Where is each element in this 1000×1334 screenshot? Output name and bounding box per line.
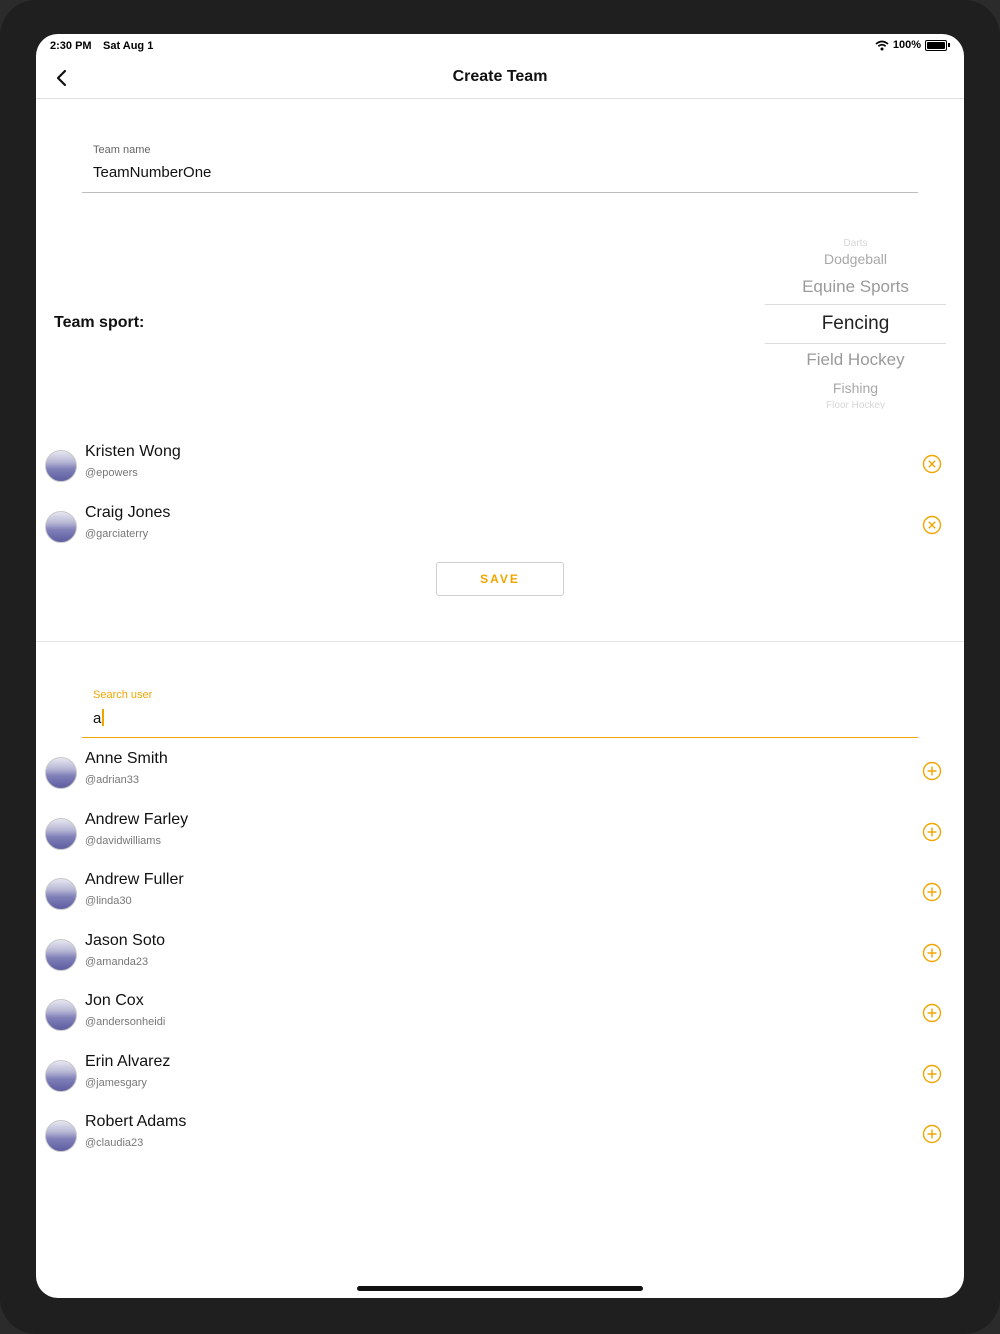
team-name-field[interactable]: Team name TeamNumberOne [82,144,918,193]
sport-picker[interactable]: Darts Dodgeball Equine Sports Fencing Fi… [765,234,946,409]
user-name: Jason Soto [85,932,166,949]
user-handle: @davidwilliams [85,835,161,847]
add-circle-icon [922,1003,942,1023]
picker-option[interactable]: Floor Hockey [765,400,946,409]
user-name: Erin Alvarez [85,1053,171,1070]
search-result-row: Erin Alvarez @jamesgary [36,1051,964,1111]
user-handle: @garciaterry [85,528,149,540]
battery-icon [925,39,947,51]
search-user-field[interactable]: Search user a [82,689,918,738]
team-member-row: Kristen Wong @epowers [36,441,964,501]
add-user-button[interactable] [922,761,942,781]
user-name: Robert Adams [85,1113,187,1130]
avatar [45,878,77,910]
search-user-input[interactable]: a [93,709,105,727]
battery-percent: 100% [892,39,921,51]
user-name: Andrew Fuller [85,871,184,888]
add-user-button[interactable] [922,1064,942,1084]
remove-circle-icon [922,515,942,535]
user-handle: @claudia23 [85,1137,144,1149]
remove-circle-icon [922,454,942,474]
add-user-button[interactable] [922,882,942,902]
search-result-row: Jon Cox @andersonheidi [36,990,964,1050]
search-user-value: a [93,710,102,727]
text-caret [102,709,105,726]
save-button[interactable]: SAVE [436,562,564,596]
user-handle: @jamesgary [85,1077,147,1089]
add-user-button[interactable] [922,1124,942,1144]
team-sport-label: Team sport: [54,314,145,331]
avatar [45,939,77,971]
user-handle: @linda30 [85,895,132,907]
search-result-row: Andrew Fuller @linda30 [36,869,964,929]
add-circle-icon [922,822,942,842]
search-result-row: Anne Smith @adrian33 [36,748,964,808]
avatar [45,1060,77,1092]
home-indicator [357,1286,643,1291]
picker-option[interactable]: Dodgeball [765,251,946,267]
user-name: Anne Smith [85,750,168,767]
picker-option[interactable]: Fishing [765,380,946,396]
add-user-button[interactable] [922,822,942,842]
team-name-label: Team name [93,144,151,156]
picker-option[interactable]: Darts [765,238,946,249]
team-name-input[interactable]: TeamNumberOne [93,164,211,181]
add-circle-icon [922,1064,942,1084]
user-handle: @adrian33 [85,774,139,786]
user-name: Andrew Farley [85,811,189,828]
search-result-row: Robert Adams @claudia23 [36,1111,964,1171]
section-divider [36,641,964,642]
status-time: 2:30 PM [50,40,92,52]
user-name: Kristen Wong [85,443,181,460]
add-user-button[interactable] [922,1003,942,1023]
avatar [45,1120,77,1152]
avatar [45,757,77,789]
search-result-row: Andrew Farley @davidwilliams [36,809,964,869]
nav-bar: Create Team [36,58,964,99]
user-name: Jon Cox [85,992,144,1009]
avatar [45,999,77,1031]
team-member-row: Craig Jones @garciaterry [36,502,964,562]
avatar [45,511,77,543]
wifi-icon [875,40,889,50]
search-result-row: Jason Soto @amanda23 [36,930,964,990]
avatar [45,450,77,482]
picker-option-selected[interactable]: Fencing [765,313,946,335]
picker-option[interactable]: Field Hockey [765,350,946,370]
battery-tip [948,43,950,47]
search-user-label: Search user [93,689,153,701]
avatar [45,818,77,850]
user-handle: @amanda23 [85,956,149,968]
device-frame: 2:30 PM Sat Aug 1 100% Create Team Team … [0,0,1000,1334]
add-circle-icon [922,1124,942,1144]
remove-member-button[interactable] [922,515,942,535]
status-right: 100% [875,39,950,51]
add-user-button[interactable] [922,943,942,963]
status-bar: 2:30 PM Sat Aug 1 100% [36,34,964,58]
picker-option[interactable]: Equine Sports [765,277,946,297]
add-circle-icon [922,943,942,963]
user-handle: @andersonheidi [85,1016,166,1028]
screen: 2:30 PM Sat Aug 1 100% Create Team Team … [36,34,964,1298]
user-name: Craig Jones [85,504,171,521]
user-handle: @epowers [85,467,138,479]
status-date: Sat Aug 1 [103,40,154,52]
add-circle-icon [922,761,942,781]
page-title: Create Team [452,68,548,85]
remove-member-button[interactable] [922,454,942,474]
add-circle-icon [922,882,942,902]
